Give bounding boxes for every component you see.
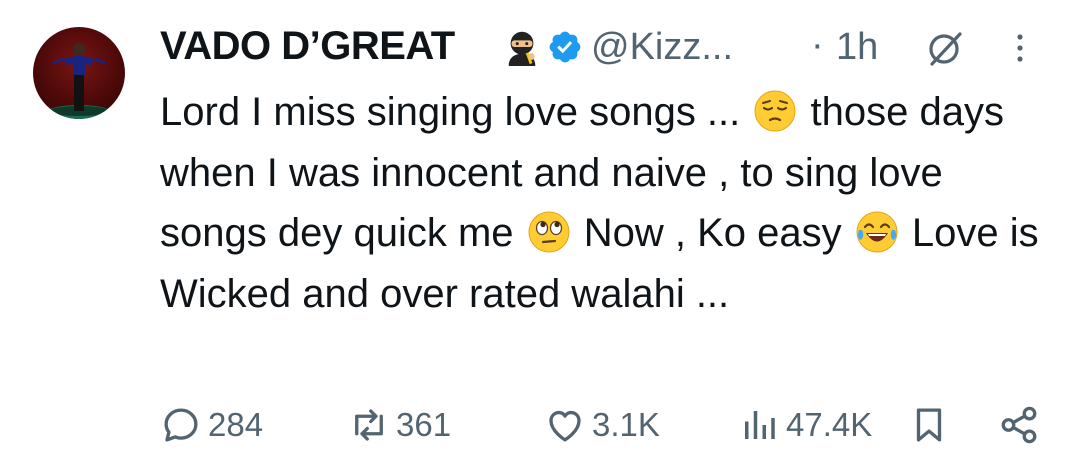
more-icon[interactable]: [1010, 28, 1030, 68]
timestamp[interactable]: 1h: [836, 26, 878, 69]
reply-icon: [164, 408, 198, 442]
grok-icon[interactable]: [926, 28, 966, 68]
reply-button[interactable]: 284: [160, 402, 263, 448]
action-bar: 284 361 3.1K 47.4K: [160, 402, 1080, 448]
bookmark-icon: [916, 408, 942, 442]
avatar[interactable]: [33, 27, 125, 119]
tweet-text-segment-3: Now , Ko easy: [572, 211, 853, 255]
separator-dot: ·: [811, 24, 824, 66]
pensive-face-emoji-icon: [753, 89, 797, 133]
rolling-eyes-emoji-icon: [527, 210, 571, 254]
repost-button[interactable]: 361: [348, 402, 451, 448]
tears-of-joy-emoji-icon: [855, 210, 899, 254]
views-count: 47.4K: [786, 406, 873, 443]
author-handle[interactable]: @Kizz...: [591, 26, 733, 69]
bookmark-button[interactable]: [908, 402, 950, 448]
views-button[interactable]: 47.4K: [738, 402, 872, 448]
tweet-header: VADO D’GREAT @Kizz... · 1h: [160, 18, 1060, 76]
author-name[interactable]: VADO D’GREAT: [160, 24, 455, 69]
views-icon: [745, 411, 775, 439]
like-icon: [549, 410, 581, 442]
share-icon: [1001, 406, 1037, 444]
repost-icon: [355, 409, 383, 441]
like-count: 3.1K: [592, 406, 660, 443]
ninja-emoji-icon: [503, 28, 541, 66]
tweet-text: Lord I miss singing love songs ... those…: [160, 82, 1040, 324]
reply-count: 284: [208, 406, 264, 443]
repost-count: 361: [396, 406, 452, 443]
share-button[interactable]: [998, 402, 1040, 448]
like-button[interactable]: 3.1K: [544, 402, 660, 448]
tweet-text-segment-1: Lord I miss singing love songs ...: [160, 90, 752, 134]
verified-icon[interactable]: [547, 29, 583, 65]
